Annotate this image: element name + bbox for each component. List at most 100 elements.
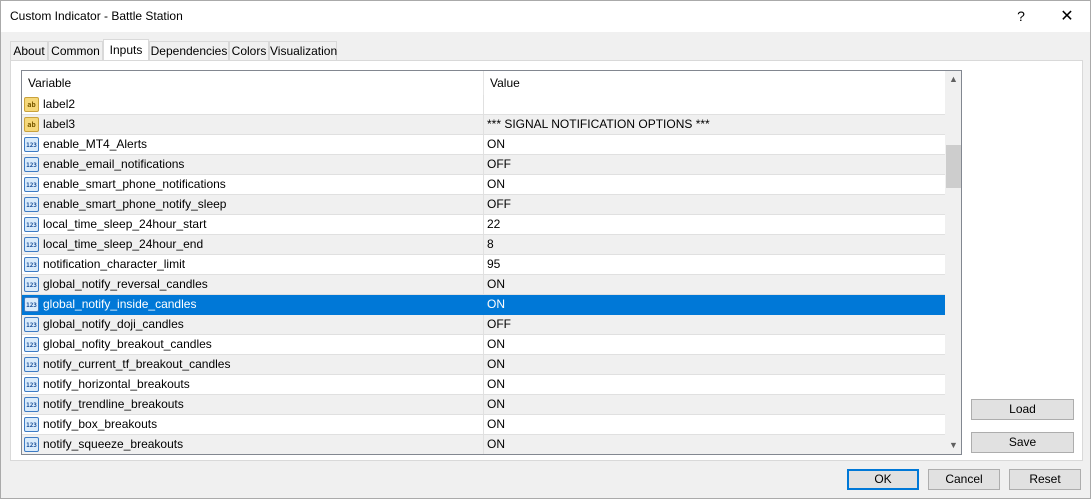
dialog-window: Custom Indicator - Battle Station ? ✕ Ab… (0, 0, 1091, 499)
variable-cell[interactable]: 123 enable_smart_phone_notify_sleep (22, 195, 484, 214)
value-cell[interactable]: OFF (484, 315, 945, 334)
value-cell[interactable]: ON (484, 435, 945, 454)
variable-name: notification_character_limit (43, 257, 186, 271)
number-type-icon: 123 (24, 357, 39, 372)
variable-name: enable_smart_phone_notifications (43, 177, 226, 191)
number-type-icon: 123 (24, 437, 39, 452)
variable-cell[interactable]: ab label2 (22, 95, 484, 114)
variable-cell[interactable]: 123 global_notify_inside_candles (22, 295, 484, 314)
number-type-icon: 123 (24, 377, 39, 392)
variable-cell[interactable]: 123 local_time_sleep_24hour_start (22, 215, 484, 234)
value-cell[interactable]: *** SIGNAL NOTIFICATION OPTIONS *** (484, 115, 945, 134)
value-cell[interactable]: ON (484, 375, 945, 394)
number-type-icon: 123 (24, 137, 39, 152)
value-cell[interactable]: ON (484, 415, 945, 434)
help-button[interactable]: ? (998, 1, 1044, 32)
header-variable[interactable]: Variable (22, 71, 484, 95)
save-button[interactable]: Save (971, 432, 1074, 453)
variable-cell[interactable]: 123 notify_trendline_breakouts (22, 395, 484, 414)
value-cell[interactable]: OFF (484, 195, 945, 214)
reset-button[interactable]: Reset (1009, 469, 1081, 490)
value-cell[interactable]: ON (484, 175, 945, 194)
variable-name: enable_MT4_Alerts (43, 137, 148, 151)
grid-header: Variable Value (22, 71, 945, 95)
variable-cell[interactable]: 123 notify_current_tf_breakout_candles (22, 355, 484, 374)
value-cell[interactable]: ON (484, 355, 945, 374)
load-button[interactable]: Load (971, 399, 1074, 420)
tab-visualization[interactable]: Visualization (269, 41, 337, 60)
number-type-icon: 123 (24, 397, 39, 412)
variable-cell[interactable]: 123 enable_smart_phone_notifications (22, 175, 484, 194)
table-row[interactable]: 123 enable_smart_phone_notifications ON (22, 175, 945, 195)
variable-name: notify_squeeze_breakouts (43, 437, 184, 451)
value-cell[interactable]: OFF (484, 155, 945, 174)
number-type-icon: 123 (24, 217, 39, 232)
variable-cell[interactable]: 123 global_nofity_breakout_candles (22, 335, 484, 354)
table-row[interactable]: 123 notify_trendline_breakouts ON (22, 395, 945, 415)
variable-name: notify_current_tf_breakout_candles (43, 357, 231, 371)
variable-cell[interactable]: 123 notify_box_breakouts (22, 415, 484, 434)
variable-name: label3 (43, 117, 76, 131)
tab-colors[interactable]: Colors (229, 41, 269, 60)
tab-common[interactable]: Common (48, 41, 103, 60)
value-cell[interactable]: 22 (484, 215, 945, 234)
value-cell[interactable] (484, 95, 945, 114)
variable-cell[interactable]: 123 enable_email_notifications (22, 155, 484, 174)
value-cell[interactable]: ON (484, 275, 945, 294)
number-type-icon: 123 (24, 417, 39, 432)
tab-about[interactable]: About (10, 41, 48, 60)
variable-name: local_time_sleep_24hour_end (43, 237, 204, 251)
number-type-icon: 123 (24, 277, 39, 292)
table-row[interactable]: 123 global_notify_doji_candles OFF (22, 315, 945, 335)
variable-cell[interactable]: 123 global_notify_reversal_candles (22, 275, 484, 294)
variable-name: label2 (43, 97, 76, 111)
close-button[interactable]: ✕ (1044, 1, 1090, 32)
header-value[interactable]: Value (484, 71, 945, 95)
variable-cell[interactable]: 123 enable_MT4_Alerts (22, 135, 484, 154)
number-type-icon: 123 (24, 337, 39, 352)
value-cell[interactable]: 95 (484, 255, 945, 274)
value-cell[interactable]: ON (484, 135, 945, 154)
value-cell[interactable]: ON (484, 395, 945, 414)
value-cell[interactable]: ON (484, 295, 945, 314)
variable-cell[interactable]: 123 notification_character_limit (22, 255, 484, 274)
table-row[interactable]: 123 local_time_sleep_24hour_end 8 (22, 235, 945, 255)
variable-cell[interactable]: ab label3 (22, 115, 484, 134)
table-row[interactable]: ab label2 (22, 95, 945, 115)
table-row[interactable]: 123 enable_email_notifications OFF (22, 155, 945, 175)
table-row[interactable]: 123 notify_squeeze_breakouts ON (22, 435, 945, 454)
variable-cell[interactable]: 123 notify_squeeze_breakouts (22, 435, 484, 454)
window-title: Custom Indicator - Battle Station (10, 9, 183, 23)
table-row[interactable]: 123 enable_MT4_Alerts ON (22, 135, 945, 155)
number-type-icon: 123 (24, 297, 39, 312)
scroll-thumb[interactable] (946, 145, 961, 188)
table-row[interactable]: 123 local_time_sleep_24hour_start 22 (22, 215, 945, 235)
vertical-scrollbar[interactable]: ▲ ▼ (945, 71, 961, 454)
variable-cell[interactable]: 123 global_notify_doji_candles (22, 315, 484, 334)
variable-name: enable_email_notifications (43, 157, 185, 171)
text-type-icon: ab (24, 97, 39, 112)
table-row[interactable]: 123 global_notify_reversal_candles ON (22, 275, 945, 295)
variable-name: global_notify_doji_candles (43, 317, 184, 331)
table-row[interactable]: 123 notification_character_limit 95 (22, 255, 945, 275)
value-cell[interactable]: 8 (484, 235, 945, 254)
cancel-button[interactable]: Cancel (928, 469, 1000, 490)
tab-dependencies[interactable]: Dependencies (149, 41, 229, 60)
scroll-up-arrow-icon[interactable]: ▲ (945, 71, 961, 88)
variable-cell[interactable]: 123 notify_horizontal_breakouts (22, 375, 484, 394)
table-row[interactable]: ab label3 *** SIGNAL NOTIFICATION OPTIONS … (22, 115, 945, 135)
table-row[interactable]: 123 notify_horizontal_breakouts ON (22, 375, 945, 395)
table-row[interactable]: 123 notify_current_tf_breakout_candles ON (22, 355, 945, 375)
ok-button[interactable]: OK (847, 469, 919, 490)
table-row[interactable]: 123 global_notify_inside_candles ON (22, 295, 945, 315)
table-row[interactable]: 123 notify_box_breakouts ON (22, 415, 945, 435)
title-bar: Custom Indicator - Battle Station ? ✕ (1, 1, 1090, 32)
scroll-down-arrow-icon[interactable]: ▼ (945, 437, 961, 454)
table-row[interactable]: 123 enable_smart_phone_notify_sleep OFF (22, 195, 945, 215)
table-row[interactable]: 123 global_nofity_breakout_candles ON (22, 335, 945, 355)
tab-inputs[interactable]: Inputs (103, 39, 149, 60)
variable-cell[interactable]: 123 local_time_sleep_24hour_end (22, 235, 484, 254)
grid-rows: ab label2 ab label3 *** SIGNAL NOTIFICATION … (22, 95, 945, 454)
number-type-icon: 123 (24, 237, 39, 252)
value-cell[interactable]: ON (484, 335, 945, 354)
